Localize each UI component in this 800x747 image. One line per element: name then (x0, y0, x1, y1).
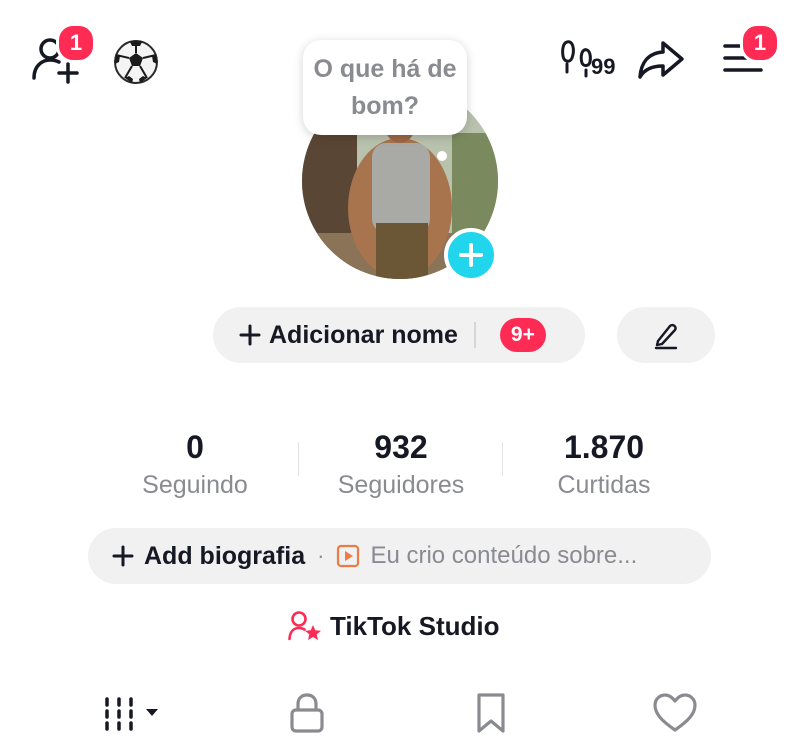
add-name-button[interactable]: Adicionar nome 9+ (213, 307, 585, 363)
bookmark-icon (477, 693, 505, 733)
streak-count: 99 (591, 54, 616, 79)
share-button[interactable] (636, 38, 686, 82)
streak-button[interactable]: 99 (558, 36, 624, 84)
note-bubble-tail (437, 151, 447, 161)
likes-label: Curtidas (557, 471, 651, 499)
plus-icon (459, 243, 483, 267)
heart-icon (653, 693, 697, 732)
add-bio-button[interactable]: Add biografia · Eu crio conteúdo sobre..… (88, 528, 711, 584)
followers-label: Seguidores (337, 471, 465, 499)
stats-divider (298, 442, 299, 476)
pill-divider (473, 322, 476, 348)
bio-hint: Eu crio conteúdo sobre... (370, 542, 638, 569)
pencil-icon (654, 323, 678, 350)
tab-private[interactable] (282, 688, 332, 738)
plus-icon (112, 545, 134, 567)
edit-profile-button[interactable] (617, 307, 715, 363)
add-avatar-button[interactable] (444, 228, 498, 282)
plus-icon (239, 324, 261, 346)
menu-badge: 1 (740, 23, 780, 63)
inbox-badge: 9+ (499, 318, 546, 352)
video-play-icon (337, 544, 360, 568)
tab-liked[interactable] (650, 688, 700, 738)
soccer-ball-icon[interactable] (111, 37, 161, 87)
following-stat[interactable]: 0 Seguindo (95, 428, 295, 502)
note-bubble-text: O que há de bom? (313, 54, 457, 120)
studio-creator-icon (288, 611, 321, 641)
likes-stat[interactable]: 1.870 Curtidas (504, 428, 704, 502)
bio-separator: · (317, 543, 325, 568)
stats-divider (502, 442, 503, 476)
grid-icon (105, 697, 158, 731)
tiktok-studio-link[interactable]: TikTok Studio (288, 610, 499, 642)
following-count: 0 (186, 429, 204, 465)
share-arrow-icon (638, 41, 684, 79)
likes-count: 1.870 (563, 429, 645, 465)
add-name-label: Adicionar nome (269, 320, 458, 349)
followers-stat[interactable]: 932 Seguidores (301, 428, 501, 502)
add-friends-badge: 1 (56, 23, 96, 63)
followers-count: 932 (374, 429, 428, 465)
note-bubble[interactable]: O que há de bom? (303, 40, 467, 135)
tiktok-studio-label: TikTok Studio (330, 610, 500, 641)
add-bio-label: Add biografia (144, 541, 306, 570)
following-label: Seguindo (142, 471, 248, 499)
tab-saved[interactable] (468, 688, 514, 738)
lock-icon (290, 693, 324, 733)
tab-videos[interactable] (98, 688, 164, 738)
